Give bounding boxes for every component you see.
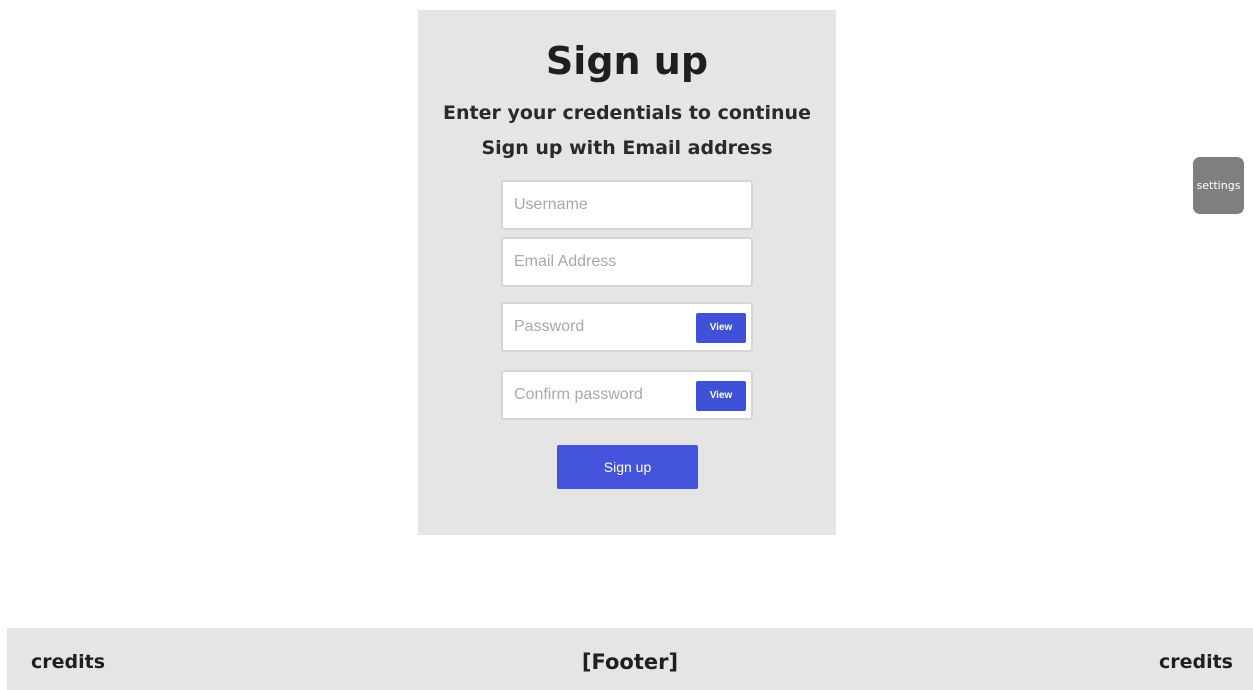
email-field-wrapper (501, 237, 753, 287)
confirm-password-input[interactable] (503, 372, 693, 418)
view-confirm-password-button[interactable]: View (696, 381, 746, 411)
page-title: Sign up (545, 39, 709, 83)
email-input[interactable] (503, 239, 751, 285)
signup-method-label: Sign up with Email address (481, 137, 773, 159)
view-password-button[interactable]: View (696, 313, 746, 343)
footer-credits-right[interactable]: credits (1159, 628, 1233, 690)
password-input[interactable] (503, 304, 693, 350)
form-subtitle: Enter your credentials to continue (443, 102, 811, 124)
password-field-wrapper: View (501, 302, 753, 352)
footer: credits [Footer] credits (7, 628, 1253, 690)
username-field-wrapper (501, 180, 753, 230)
confirm-password-field-wrapper: View (501, 370, 753, 420)
footer-credits-left[interactable]: credits (31, 628, 105, 690)
settings-button[interactable]: settings (1193, 157, 1244, 214)
username-input[interactable] (503, 182, 751, 228)
signup-card: Sign up Enter your credentials to contin… (418, 10, 836, 535)
page: Sign up Enter your credentials to contin… (0, 0, 1253, 690)
footer-label: [Footer] (581, 650, 679, 674)
signup-submit-button[interactable]: Sign up (557, 445, 698, 489)
